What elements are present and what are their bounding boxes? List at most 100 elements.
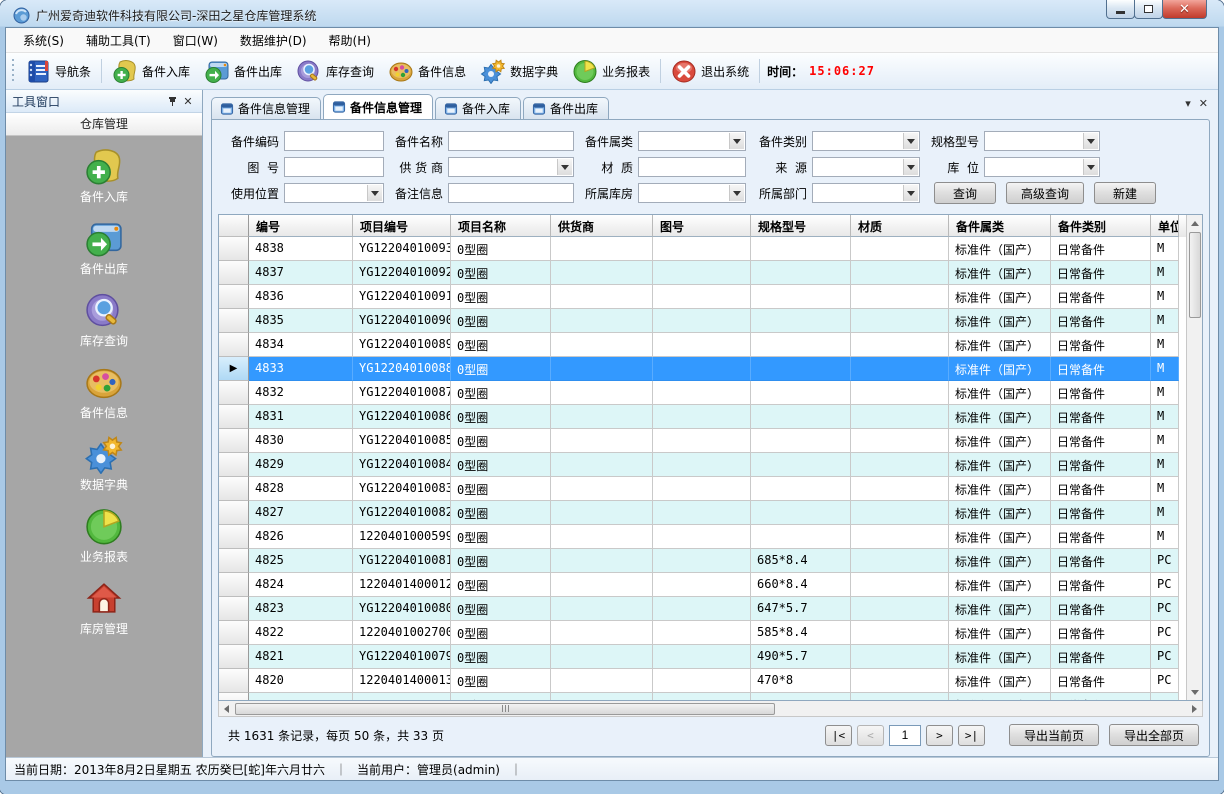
- cell-type[interactable]: 日常备件: [1051, 309, 1151, 333]
- cell-unit[interactable]: M: [1151, 357, 1179, 381]
- cell-supplier[interactable]: [551, 549, 653, 573]
- cell-type[interactable]: 日常备件: [1051, 261, 1151, 285]
- cell-spec[interactable]: [751, 525, 851, 549]
- cell-code[interactable]: 1220401400013: [353, 669, 451, 693]
- cell-unit[interactable]: M: [1151, 525, 1179, 549]
- advanced-query-button[interactable]: 高级查询: [1006, 182, 1084, 204]
- cell-id[interactable]: 4838: [249, 237, 353, 261]
- cell-id[interactable]: [249, 693, 353, 700]
- cell-name[interactable]: 0型圈: [451, 429, 551, 453]
- cell-supplier[interactable]: [551, 453, 653, 477]
- horizontal-scrollbar[interactable]: [218, 701, 1203, 717]
- material-input[interactable]: [638, 157, 746, 177]
- row-selector[interactable]: [219, 333, 249, 357]
- cell-name[interactable]: 0型圈: [451, 501, 551, 525]
- cell-spec[interactable]: [751, 333, 851, 357]
- cell-unit[interactable]: PC: [1151, 573, 1179, 597]
- cell-type[interactable]: 日常备件: [1051, 357, 1151, 381]
- cell-id[interactable]: 4836: [249, 285, 353, 309]
- cell-type[interactable]: 日常备件: [1051, 549, 1151, 573]
- cell-unit[interactable]: M: [1151, 477, 1179, 501]
- minimize-button[interactable]: [1106, 0, 1135, 19]
- cell-supplier[interactable]: [551, 405, 653, 429]
- cell-type[interactable]: 日常备件: [1051, 333, 1151, 357]
- vertical-scrollbar[interactable]: [1186, 215, 1202, 700]
- toolbar-button-data-dictionary[interactable]: 数据字典: [473, 55, 565, 87]
- column-header-supplier[interactable]: 供货商: [551, 215, 653, 237]
- cell-unit[interactable]: M: [1151, 309, 1179, 333]
- cell-spec[interactable]: [751, 477, 851, 501]
- close-panel-icon[interactable]: ✕: [180, 93, 196, 109]
- cell-type[interactable]: 日常备件: [1051, 597, 1151, 621]
- cell-supplier[interactable]: [551, 693, 653, 700]
- table-row[interactable]: 4837YG122040100920型圈标准件（国产）日常备件M: [219, 261, 1186, 285]
- sidebar-item-warehouse-manage[interactable]: 库房管理: [6, 578, 202, 637]
- cell-spec[interactable]: 660*8.4: [751, 573, 851, 597]
- cell-type[interactable]: 日常备件: [1051, 669, 1151, 693]
- cell-material[interactable]: [851, 669, 949, 693]
- cell-category[interactable]: 标准件（国产）: [949, 285, 1051, 309]
- cell-spec[interactable]: [751, 405, 851, 429]
- cell-material[interactable]: [851, 549, 949, 573]
- cell-category[interactable]: 标准件（国产）: [949, 453, 1051, 477]
- prev-page-button[interactable]: <: [857, 725, 884, 746]
- warehouse-combobox[interactable]: [638, 183, 746, 203]
- menu-item[interactable]: 系统(S): [12, 28, 75, 53]
- cell-category[interactable]: 标准件（国产）: [949, 597, 1051, 621]
- tab-close-icon[interactable]: ✕: [1199, 97, 1208, 111]
- cell-unit[interactable]: M: [1151, 429, 1179, 453]
- cell-type[interactable]: 日常备件: [1051, 381, 1151, 405]
- remark-input[interactable]: [448, 183, 574, 203]
- cell-category[interactable]: 标准件（国产）: [949, 333, 1051, 357]
- cell-supplier[interactable]: [551, 357, 653, 381]
- table-row[interactable]: 482012204014000130型圈470*8标准件（国产）日常备件PC: [219, 669, 1186, 693]
- table-row[interactable]: 4838YG122040100930型圈标准件（国产）日常备件M: [219, 237, 1186, 261]
- cell-code[interactable]: YG12204010082: [353, 501, 451, 525]
- cell-id[interactable]: 4837: [249, 261, 353, 285]
- cell-id[interactable]: 4827: [249, 501, 353, 525]
- cell-supplier[interactable]: [551, 237, 653, 261]
- menu-item[interactable]: 窗口(W): [162, 28, 229, 53]
- scroll-left-icon[interactable]: [219, 701, 233, 716]
- cell-id[interactable]: 4821: [249, 645, 353, 669]
- toolbar-button-part-inbound[interactable]: 备件入库: [105, 55, 197, 87]
- cell-supplier[interactable]: [551, 645, 653, 669]
- cell-spec[interactable]: [751, 357, 851, 381]
- cell-category[interactable]: 标准件（国产）: [949, 549, 1051, 573]
- cell-category[interactable]: 标准件（国产）: [949, 381, 1051, 405]
- cell-code[interactable]: YG12204010085: [353, 429, 451, 453]
- cell-type[interactable]: 日常备件: [1051, 477, 1151, 501]
- table-row[interactable]: 4835YG122040100900型圈标准件（国产）日常备件M: [219, 309, 1186, 333]
- row-selector[interactable]: [219, 549, 249, 573]
- cell-name[interactable]: 0型圈: [451, 477, 551, 501]
- cell-category[interactable]: 标准件（国产）: [949, 309, 1051, 333]
- cell-name[interactable]: 0型圈: [451, 309, 551, 333]
- cell-supplier[interactable]: [551, 669, 653, 693]
- cell-name[interactable]: 0型圈: [451, 573, 551, 597]
- cell-spec[interactable]: 647*5.7: [751, 597, 851, 621]
- cell-code[interactable]: YG12204010092: [353, 261, 451, 285]
- cell-drawing[interactable]: [653, 237, 751, 261]
- source-combobox[interactable]: [812, 157, 920, 177]
- cell-id[interactable]: 4833: [249, 357, 353, 381]
- cell-drawing[interactable]: [653, 261, 751, 285]
- column-header-spec[interactable]: 规格型号: [751, 215, 851, 237]
- cell-supplier[interactable]: [551, 381, 653, 405]
- scroll-down-icon[interactable]: [1188, 685, 1202, 700]
- cell-type[interactable]: 日常备件: [1051, 429, 1151, 453]
- cell-supplier[interactable]: [551, 501, 653, 525]
- menu-item[interactable]: 数据维护(D): [229, 28, 318, 53]
- cell-drawing[interactable]: [653, 477, 751, 501]
- cell-spec[interactable]: [751, 237, 851, 261]
- supplier-combobox[interactable]: [448, 157, 574, 177]
- scroll-up-icon[interactable]: [1188, 215, 1202, 230]
- cell-type[interactable]: 日常备件: [1051, 645, 1151, 669]
- cell-spec[interactable]: 490*5.7: [751, 645, 851, 669]
- cell-code[interactable]: YG12204010089: [353, 333, 451, 357]
- row-selector[interactable]: [219, 501, 249, 525]
- row-selector[interactable]: [219, 645, 249, 669]
- scroll-right-icon[interactable]: [1188, 701, 1202, 716]
- cell-code[interactable]: YG12204010083: [353, 477, 451, 501]
- cell-category[interactable]: 标准件（国产）: [949, 357, 1051, 381]
- column-header-category[interactable]: 备件属类: [949, 215, 1051, 237]
